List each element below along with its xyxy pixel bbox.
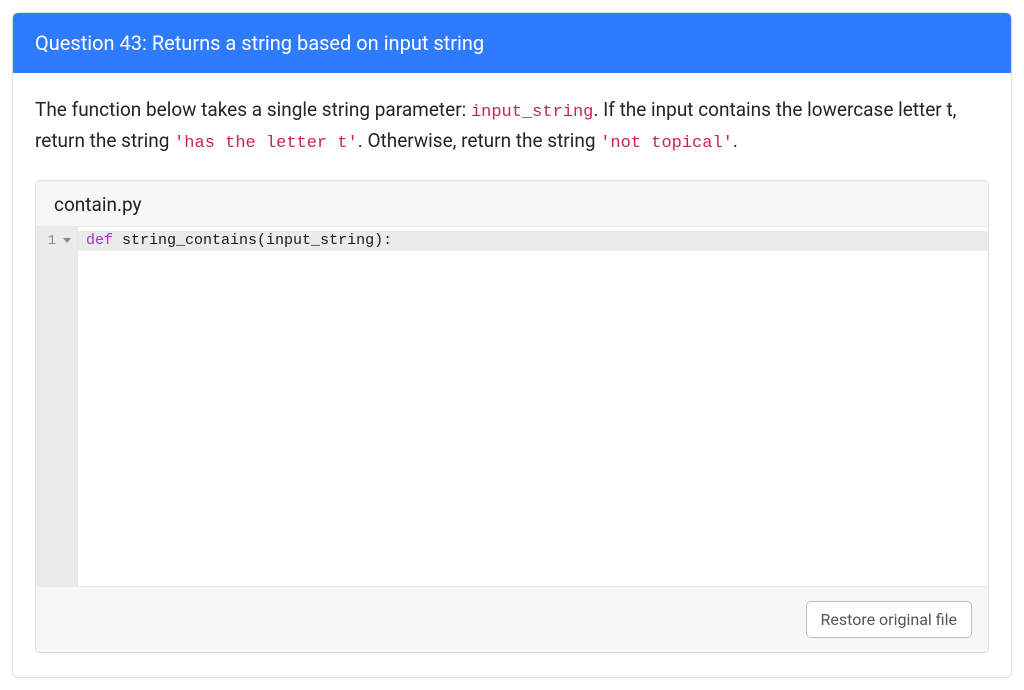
- question-description: The function below takes a single string…: [35, 95, 989, 158]
- question-header: Question 43: Returns a string based on i…: [13, 13, 1011, 73]
- desc-text: The function below takes a single string…: [35, 98, 471, 121]
- desc-code-param: input_string: [471, 103, 593, 122]
- code-keyword: def: [86, 232, 113, 249]
- code-body: string_contains(input_string):: [122, 232, 392, 249]
- editor-gutter: 1: [36, 227, 78, 586]
- question-title: Question 43: Returns a string based on i…: [35, 31, 484, 55]
- editor-footer: Restore original file: [36, 586, 988, 652]
- desc-code-return2: 'not topical': [600, 134, 733, 153]
- code-editor[interactable]: 1 def string_contains(input_string):: [36, 226, 988, 586]
- editor-filename: contain.py: [54, 193, 142, 216]
- code-editor-panel: contain.py 1 def string_contains(input_s…: [35, 180, 989, 653]
- code-space: [113, 232, 122, 249]
- question-body: The function below takes a single string…: [13, 73, 1011, 677]
- code-line-1: def string_contains(input_string):: [78, 231, 988, 251]
- desc-text: . Otherwise, return the string: [358, 129, 600, 152]
- editor-filename-tab: contain.py: [36, 181, 988, 226]
- question-card: Question 43: Returns a string based on i…: [12, 12, 1012, 678]
- gutter-line-1: 1: [36, 231, 77, 251]
- restore-original-button[interactable]: Restore original file: [806, 601, 972, 638]
- fold-arrow-icon[interactable]: [63, 238, 71, 243]
- desc-text: .: [733, 129, 738, 152]
- code-area[interactable]: def string_contains(input_string):: [78, 227, 988, 586]
- line-number: 1: [48, 231, 56, 251]
- desc-code-return1: 'has the letter t': [174, 134, 358, 153]
